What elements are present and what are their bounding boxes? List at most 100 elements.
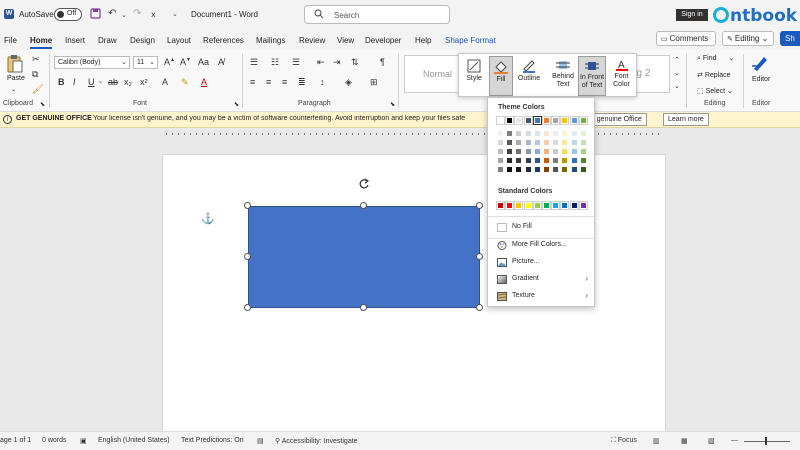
behind-text-button[interactable]: Behind Text bbox=[549, 56, 577, 96]
standard-color-swatch[interactable] bbox=[532, 201, 542, 210]
undo-icon[interactable]: ↶ bbox=[108, 8, 116, 19]
italic-icon[interactable]: I bbox=[73, 77, 76, 87]
resize-handle-top[interactable] bbox=[360, 202, 367, 209]
superscript-icon[interactable]: x² bbox=[140, 77, 148, 87]
increase-indent-icon[interactable]: ⇥ bbox=[333, 57, 341, 68]
show-formatting-icon[interactable]: ¶ bbox=[380, 57, 385, 67]
theme-color-swatch[interactable] bbox=[514, 116, 524, 125]
theme-color-swatch[interactable] bbox=[505, 116, 515, 125]
select-button[interactable]: ⬚ Select ⌄ bbox=[697, 87, 733, 95]
find-button[interactable]: ⌕ Find ⌄ bbox=[697, 54, 734, 63]
theme-shade-swatch[interactable] bbox=[533, 148, 541, 155]
editor-button-label[interactable]: Editor bbox=[752, 76, 770, 83]
theme-shade-swatch[interactable] bbox=[561, 139, 569, 146]
comments-button[interactable]: ▭ Comments bbox=[656, 31, 716, 46]
sort-icon[interactable]: ⇅ bbox=[351, 57, 359, 68]
standard-color-swatch[interactable] bbox=[496, 201, 505, 210]
center-icon[interactable]: ≡ bbox=[266, 77, 271, 87]
tab-draw[interactable]: Draw bbox=[98, 36, 117, 45]
align-left-icon[interactable]: ≡ bbox=[250, 77, 255, 87]
zoom-slider-thumb[interactable] bbox=[765, 437, 767, 445]
grow-font-icon[interactable]: A▲ bbox=[164, 57, 175, 67]
tab-view[interactable]: View bbox=[337, 36, 354, 45]
theme-shade-swatch[interactable] bbox=[561, 157, 569, 164]
gallery-down-icon[interactable]: ⌄ bbox=[674, 69, 680, 77]
theme-shade-swatch[interactable] bbox=[533, 157, 541, 164]
share-button[interactable]: Sh bbox=[780, 31, 800, 46]
autosave-toggle[interactable]: Off bbox=[54, 8, 82, 21]
theme-shade-swatch[interactable] bbox=[524, 148, 532, 155]
underline-dropdown-icon[interactable]: ⌄ bbox=[98, 78, 103, 85]
tab-references[interactable]: References bbox=[203, 36, 244, 45]
theme-shade-swatch[interactable] bbox=[506, 130, 514, 137]
bold-icon[interactable]: B bbox=[58, 77, 65, 87]
theme-shade-swatch[interactable] bbox=[543, 139, 550, 146]
theme-color-swatch[interactable] bbox=[532, 116, 542, 125]
font-name-select[interactable]: Calibri (Body) ⌄ bbox=[54, 56, 130, 69]
multilevel-list-icon[interactable]: ☰ bbox=[292, 57, 300, 68]
standard-color-swatch[interactable] bbox=[542, 201, 551, 210]
theme-shade-swatch[interactable] bbox=[497, 166, 504, 173]
replace-button[interactable]: ⇄ Replace bbox=[697, 71, 731, 79]
clear-formatting-icon[interactable]: A̸ bbox=[218, 57, 224, 67]
align-right-icon[interactable]: ≡ bbox=[282, 77, 287, 87]
editing-mode-button[interactable]: ✎ Editing ⌄ bbox=[722, 31, 774, 46]
theme-shade-swatch[interactable] bbox=[561, 166, 569, 173]
gradient-option[interactable]: Gradient › bbox=[488, 271, 594, 288]
theme-shade-swatch[interactable] bbox=[524, 139, 532, 146]
print-layout-icon[interactable]: ▦ bbox=[681, 437, 688, 445]
font-launcher-icon[interactable]: ⬊ bbox=[234, 101, 239, 108]
shrink-font-icon[interactable]: A▼ bbox=[180, 57, 191, 67]
theme-shade-swatch[interactable] bbox=[497, 130, 504, 137]
theme-shade-swatch[interactable] bbox=[524, 130, 532, 137]
line-spacing-icon[interactable]: ↕ bbox=[320, 77, 325, 87]
read-mode-icon[interactable]: ▥ bbox=[653, 437, 660, 445]
theme-shade-swatch[interactable] bbox=[506, 166, 514, 173]
theme-shade-swatch[interactable] bbox=[570, 148, 578, 155]
standard-color-swatch[interactable] bbox=[505, 201, 515, 210]
font-color-button[interactable]: A Font Color bbox=[608, 56, 635, 96]
sign-in-button[interactable]: Sign in bbox=[676, 9, 708, 21]
theme-shade-swatch[interactable] bbox=[570, 157, 578, 164]
search-box[interactable]: Search bbox=[304, 5, 450, 24]
selected-rectangle-shape[interactable] bbox=[248, 206, 480, 308]
paragraph-launcher-icon[interactable]: ⬊ bbox=[390, 101, 395, 108]
rotate-handle-icon[interactable] bbox=[358, 178, 370, 190]
theme-shade-swatch[interactable] bbox=[552, 148, 560, 155]
theme-shade-swatch[interactable] bbox=[579, 148, 587, 155]
theme-color-swatch[interactable] bbox=[569, 116, 579, 125]
theme-shade-swatch[interactable] bbox=[533, 166, 541, 173]
style-button[interactable]: Style bbox=[461, 56, 487, 96]
outline-button[interactable]: Outline bbox=[514, 56, 544, 96]
underline-icon[interactable]: U bbox=[88, 77, 95, 87]
theme-shade-swatch[interactable] bbox=[570, 166, 578, 173]
resize-handle-left[interactable] bbox=[244, 253, 251, 260]
borders-icon[interactable]: ⊞ bbox=[370, 77, 378, 88]
theme-shade-swatch[interactable] bbox=[552, 139, 560, 146]
more-fill-colors-option[interactable]: More Fill Colors... bbox=[488, 237, 594, 254]
paste-icon[interactable] bbox=[6, 54, 24, 74]
gallery-up-icon[interactable]: ⌃ bbox=[674, 56, 680, 64]
subscript-icon[interactable]: x₂ bbox=[124, 77, 132, 87]
texture-option[interactable]: Texture › bbox=[488, 288, 594, 305]
macro-icon[interactable]: ▤ bbox=[257, 437, 264, 445]
standard-color-swatch[interactable] bbox=[560, 201, 570, 210]
picture-option[interactable]: Picture... bbox=[488, 254, 594, 271]
undo-dropdown-icon[interactable]: ⌄ bbox=[121, 11, 127, 19]
standard-color-swatch[interactable] bbox=[578, 201, 588, 210]
tab-insert[interactable]: Insert bbox=[65, 36, 85, 45]
theme-shade-swatch[interactable] bbox=[543, 157, 550, 164]
paste-dropdown-icon[interactable]: ⌄ bbox=[11, 86, 16, 93]
format-icon[interactable]: ⅹ bbox=[151, 10, 156, 19]
tab-review[interactable]: Review bbox=[299, 36, 325, 45]
theme-color-swatch[interactable] bbox=[578, 116, 588, 125]
resize-handle-bottom-left[interactable] bbox=[244, 304, 251, 311]
copy-icon[interactable]: ⧉ bbox=[32, 69, 38, 80]
theme-shade-swatch[interactable] bbox=[515, 130, 523, 137]
decrease-indent-icon[interactable]: ⇤ bbox=[317, 57, 325, 68]
theme-shade-swatch[interactable] bbox=[561, 130, 569, 137]
text-effects-icon[interactable]: A bbox=[162, 77, 168, 87]
resize-handle-bottom[interactable] bbox=[360, 304, 367, 311]
resize-handle-top-left[interactable] bbox=[244, 202, 251, 209]
standard-color-swatch[interactable] bbox=[523, 201, 533, 210]
